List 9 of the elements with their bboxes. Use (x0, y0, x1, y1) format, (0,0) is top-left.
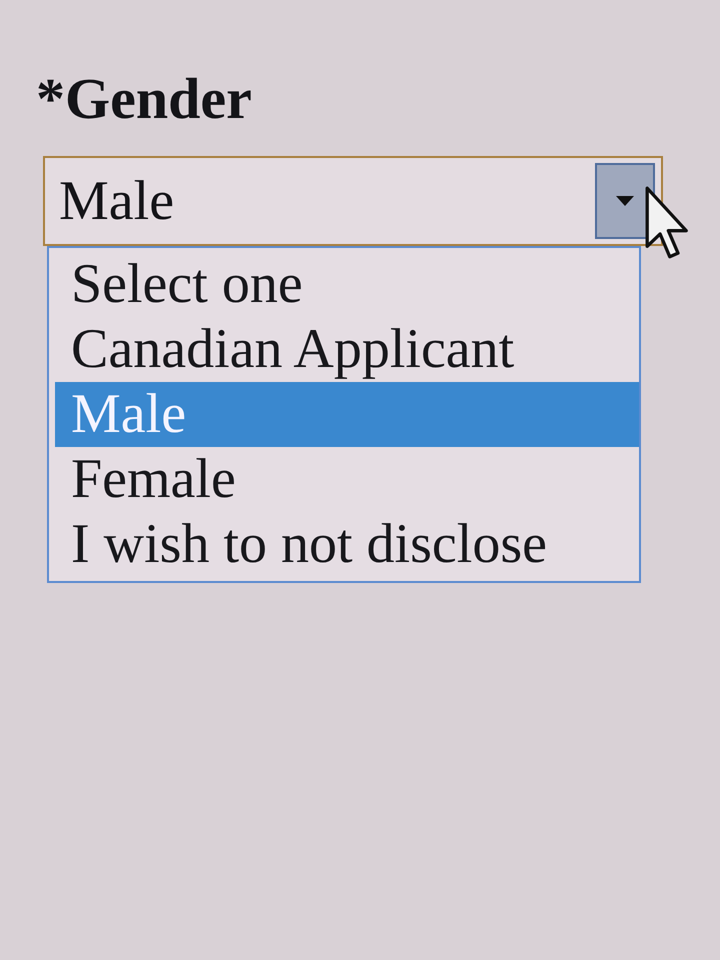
gender-select[interactable]: Male (43, 156, 663, 246)
caret-icon (616, 196, 634, 206)
cursor-icon (645, 186, 689, 260)
selected-value: Male (59, 169, 176, 233)
option-item[interactable]: Female (55, 447, 639, 512)
option-item[interactable]: Select one (55, 252, 639, 317)
option-item[interactable]: Canadian Applicant (55, 317, 639, 382)
field-label: *Gender (36, 68, 252, 130)
option-item[interactable]: I wish to not disclose (55, 512, 639, 577)
